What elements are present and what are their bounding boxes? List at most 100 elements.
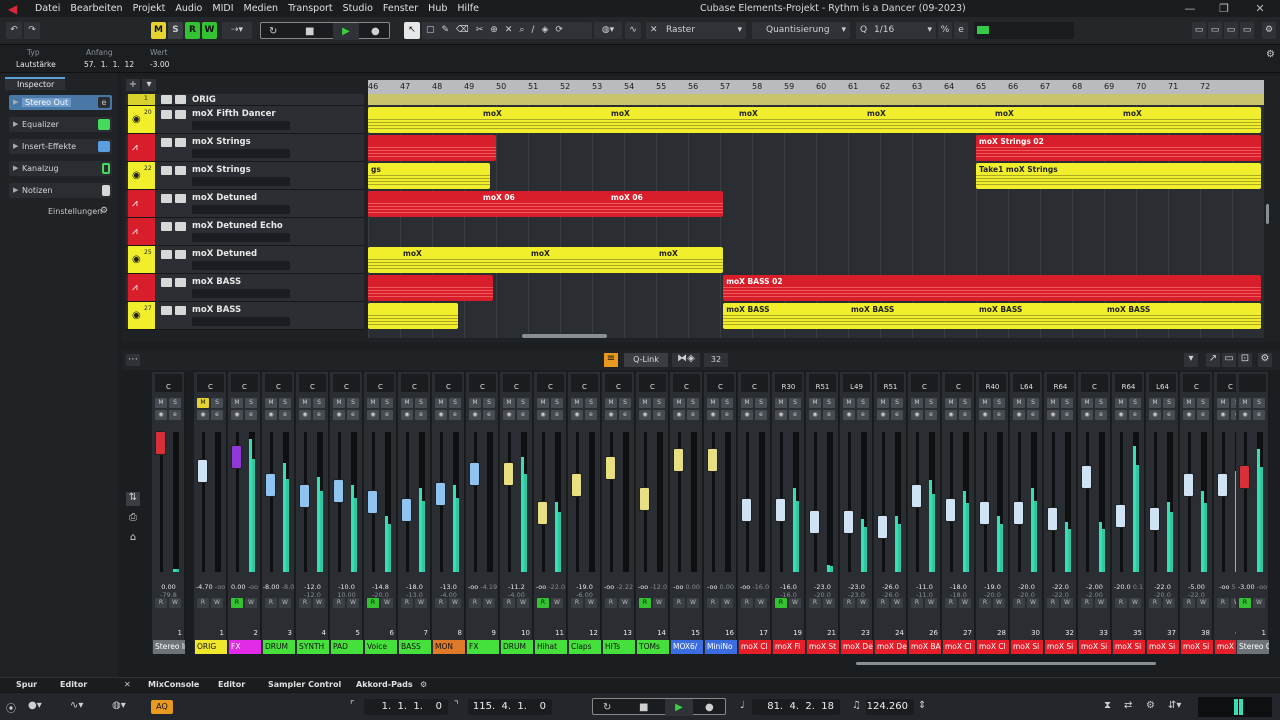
mute-button[interactable]: M <box>1013 398 1025 408</box>
solo-button[interactable]: S <box>959 398 971 408</box>
listen-button[interactable]: ◉ <box>571 410 583 420</box>
volume-value[interactable]: -oo 0.00 <box>670 583 703 591</box>
mixer-settings-icon[interactable]: ⚙ <box>1258 353 1272 367</box>
volume-value[interactable]: -19.0 -20.0 <box>976 583 1009 599</box>
mute-button[interactable]: M <box>571 398 583 408</box>
mute-button[interactable]: M <box>979 398 991 408</box>
volume-fader[interactable] <box>571 473 582 498</box>
tempo-stepper-icon[interactable]: ⇕ <box>918 700 926 711</box>
stop-icon[interactable]: ■ <box>305 23 314 40</box>
solo-button[interactable]: S <box>891 398 903 408</box>
solo-button[interactable]: S <box>857 398 869 408</box>
edit-channel-button[interactable]: e <box>1129 410 1141 420</box>
volume-value[interactable]: -19.0 -6.00 <box>568 583 601 599</box>
edit-channel-button[interactable]: e <box>959 410 971 420</box>
volume-value[interactable]: -22.0 -20.0 <box>1146 583 1179 599</box>
listen-button[interactable]: ◉ <box>843 410 855 420</box>
track-header[interactable]: 27 moX BASS ◉ <box>126 302 364 330</box>
mute-button[interactable]: M <box>299 398 311 408</box>
solo-button[interactable]: S <box>1061 398 1073 408</box>
link-icon[interactable]: ≡ <box>604 353 618 367</box>
punch-mode-icon[interactable]: ◍▾ <box>112 700 126 711</box>
volume-fader[interactable] <box>537 501 548 526</box>
listen-button[interactable]: ◉ <box>741 410 753 420</box>
solo-button[interactable]: S <box>653 398 665 408</box>
track-name[interactable]: ORIG <box>192 95 216 105</box>
channel-name[interactable]: DRUM <box>501 640 533 654</box>
listen-button[interactable]: ◉ <box>775 410 787 420</box>
edit-channel-button[interactable]: e <box>245 410 257 420</box>
quantize-value-select[interactable]: Q 1/16 ▾ <box>856 22 936 39</box>
auto-quantize-button[interactable]: AQ <box>151 700 173 714</box>
channel-name[interactable]: moX Cl <box>739 640 771 654</box>
volume-fader[interactable] <box>945 498 956 523</box>
listen-button[interactable]: ◉ <box>605 410 617 420</box>
volume-fader[interactable] <box>673 448 684 472</box>
volume-value[interactable]: -oo -4.19 <box>466 583 499 591</box>
solo-button[interactable]: S <box>279 398 291 408</box>
listen-button[interactable]: ◉ <box>809 410 821 420</box>
channel-name[interactable]: moX Si <box>1181 640 1213 654</box>
mixer-menu-icon[interactable]: ⋯ <box>126 354 140 366</box>
listen-button[interactable]: ◉ <box>1217 410 1229 420</box>
volume-fader[interactable] <box>877 515 888 540</box>
layout-bottom-icon[interactable]: ▭ <box>1224 22 1238 39</box>
tempo-icon[interactable]: ♫ <box>852 700 861 711</box>
track-header[interactable]: 1 ORIG <box>126 94 364 106</box>
listen-button[interactable]: ◉ <box>673 410 685 420</box>
channel-name[interactable]: moX Si <box>1113 640 1145 654</box>
solo-button[interactable]: S <box>245 398 257 408</box>
track-header[interactable]: 25 moX Detuned ◉ <box>126 246 364 274</box>
volume-fader[interactable] <box>1217 473 1228 498</box>
left-locator-icon[interactable]: ⌜ <box>350 700 355 711</box>
read-automation-button[interactable]: R <box>231 598 243 608</box>
channel-name[interactable]: SYNTH <box>297 640 329 654</box>
track-solo-button[interactable] <box>175 250 186 259</box>
channel-name[interactable]: TOMs <box>637 640 669 654</box>
edit-channel-button[interactable]: e <box>1253 410 1265 420</box>
audio-event[interactable]: moX 06 moX 06 <box>368 191 724 217</box>
quantize-apply-icon[interactable]: e <box>954 22 968 39</box>
midi-part[interactable]: moX BASS moX BASS moX BASS moX BASS <box>723 303 1261 329</box>
cycle-icon[interactable]: ↻ <box>603 699 611 716</box>
channel-name[interactable]: moX Si <box>1079 640 1111 654</box>
write-automation-button[interactable]: W <box>449 598 461 608</box>
read-automation-button[interactable]: R <box>1239 598 1251 608</box>
write-automation-button[interactable]: W <box>891 598 903 608</box>
listen-button[interactable]: ◉ <box>911 410 923 420</box>
solo-button[interactable]: S <box>823 398 835 408</box>
read-automation-button[interactable]: R <box>571 598 583 608</box>
read-automation-button[interactable]: R <box>435 598 447 608</box>
solo-button[interactable]: S <box>755 398 767 408</box>
write-automation-button[interactable]: W <box>279 598 291 608</box>
read-automation-button[interactable]: R <box>741 598 753 608</box>
track-controls[interactable] <box>192 317 290 326</box>
volume-value[interactable]: -16.0 -16.0 <box>772 583 805 599</box>
volume-value[interactable]: -2.00 -2.00 <box>1078 583 1111 599</box>
solo-button[interactable]: S <box>313 398 325 408</box>
edit-channel-button[interactable]: e <box>653 410 665 420</box>
mute-button[interactable]: M <box>775 398 787 408</box>
midi-part[interactable]: gs <box>368 163 490 189</box>
volume-value[interactable]: -20.0 0.1 <box>1112 583 1145 591</box>
volume-fader[interactable] <box>1239 464 1250 489</box>
listen-button[interactable]: ◉ <box>367 410 379 420</box>
mixer-snapshot-icon[interactable]: ⊡ <box>1238 353 1252 367</box>
track-header[interactable]: 22 moX Strings ◉ <box>126 162 364 190</box>
channel-name[interactable]: Claps <box>569 640 601 654</box>
solo-button[interactable]: S <box>993 398 1005 408</box>
edit-channel-button[interactable]: e <box>449 410 461 420</box>
read-automation-button[interactable]: R <box>265 598 277 608</box>
track-mute-button[interactable] <box>161 138 172 147</box>
solo-button[interactable]: S <box>1027 398 1039 408</box>
edit-channel-button[interactable]: e <box>381 410 393 420</box>
read-automation-button[interactable]: R <box>299 598 311 608</box>
volume-value[interactable]: -oo -16.0 <box>738 583 771 591</box>
volume-fader[interactable] <box>1115 504 1126 528</box>
read-automation-button[interactable]: R <box>843 598 855 608</box>
read-automation-button[interactable]: R <box>775 598 787 608</box>
edit-channel-button[interactable]: e <box>1061 410 1073 420</box>
mute-button[interactable]: M <box>945 398 957 408</box>
edit-channel-button[interactable]: e <box>687 410 699 420</box>
read-automation-button[interactable]: R <box>1081 598 1093 608</box>
